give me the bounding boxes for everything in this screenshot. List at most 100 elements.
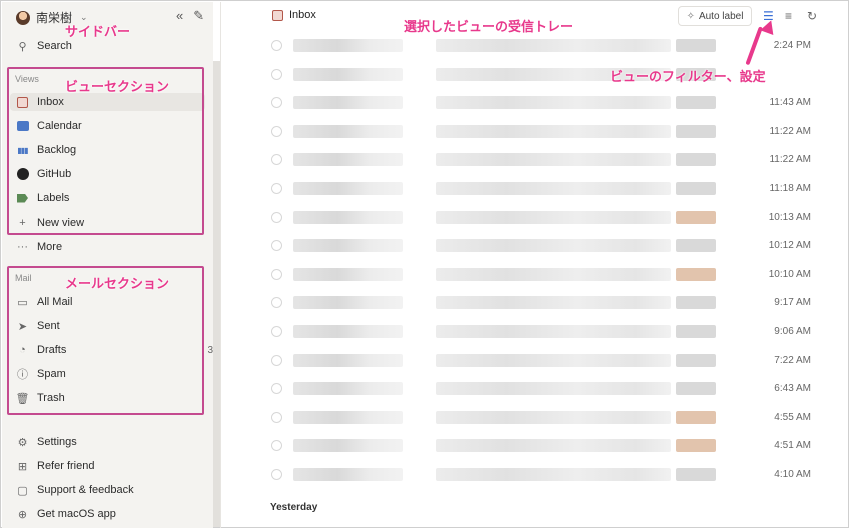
page-title: Inbox (272, 9, 316, 21)
sparkle-icon: ✧ (686, 10, 695, 22)
message-time: 4:55 AM (774, 411, 811, 423)
list-item[interactable]: 11:22 AM (271, 151, 821, 169)
label-redacted (676, 153, 716, 167)
select-circle-icon[interactable] (271, 411, 282, 423)
download-icon: ⊕ (17, 508, 28, 521)
search-icon: ⚲ (18, 40, 27, 53)
select-circle-icon[interactable] (271, 268, 282, 280)
search-label: Search (37, 40, 72, 52)
list-item[interactable]: 10:12 AM (271, 237, 821, 255)
select-circle-icon[interactable] (271, 125, 282, 137)
sidebar-item-label: More (37, 241, 63, 253)
select-circle-icon[interactable] (271, 383, 282, 395)
message-time: 9:17 AM (774, 297, 811, 309)
select-circle-icon[interactable] (271, 297, 282, 309)
sidebar-item-label: Settings (37, 436, 77, 448)
list-item[interactable]: 2:24 PM (271, 37, 821, 55)
sender-redacted (293, 410, 403, 424)
select-circle-icon[interactable] (271, 354, 282, 366)
label-redacted (676, 325, 716, 338)
sidebar-item-label: Refer friend (37, 460, 95, 472)
message-time: 11:43 AM (769, 97, 811, 109)
list-item[interactable]: 4:51 AM (271, 437, 821, 455)
label-redacted (676, 353, 716, 367)
label-redacted (676, 239, 716, 253)
select-circle-icon[interactable] (271, 183, 282, 194)
select-circle-icon[interactable] (271, 469, 282, 480)
message-time: 10:10 AM (768, 268, 811, 280)
sidebar-item-more[interactable]: ··· More (16, 238, 62, 256)
sender-redacted (293, 124, 403, 138)
sidebar-item-get-macos-app[interactable]: ⊕ Get macOS app (16, 505, 116, 523)
list-item[interactable]: 7:22 AM (271, 352, 821, 370)
select-circle-icon[interactable] (271, 40, 282, 51)
annotation-mail-section: メールセクション (65, 277, 170, 292)
search-button[interactable]: ⚲ Search (16, 37, 72, 55)
sidebar-item-support[interactable]: ▢ Support & feedback (16, 481, 133, 499)
label-redacted (676, 96, 716, 110)
label-redacted (676, 210, 716, 224)
subject-redacted (436, 153, 671, 167)
label-redacted (676, 439, 716, 453)
app-window: 南栄樹 ⌄ « ✎ ⚲ Search Views Inbox Calendar … (0, 0, 849, 528)
message-time: 9:06 AM (774, 326, 811, 337)
compose-icon[interactable]: ✎ (193, 8, 204, 24)
sidebar-item-label: Get macOS app (37, 508, 116, 520)
gear-icon: ⚙ (17, 436, 28, 449)
select-circle-icon[interactable] (271, 154, 282, 166)
subject-redacted (436, 325, 671, 338)
list-item[interactable]: 10:13 AM (271, 209, 821, 227)
sidebar-item-refer-friend[interactable]: ⊞ Refer friend (16, 457, 95, 475)
subject-redacted (436, 239, 671, 253)
gift-icon: ⊞ (17, 460, 28, 473)
list-item[interactable]: 11:43 AM (271, 94, 821, 112)
select-circle-icon[interactable] (271, 240, 282, 252)
select-circle-icon[interactable] (271, 211, 282, 223)
label-redacted (676, 382, 716, 396)
list-item[interactable]: 4:55 AM (271, 409, 821, 427)
chat-icon: ▢ (17, 484, 28, 497)
collapse-sidebar-icon[interactable]: « (176, 8, 183, 24)
select-circle-icon[interactable] (271, 440, 282, 452)
label-redacted (676, 296, 716, 310)
label-redacted (676, 468, 716, 481)
inbox-icon (272, 9, 283, 21)
view-settings-icon[interactable]: ≡ (785, 9, 792, 23)
divider (220, 2, 221, 528)
list-item[interactable]: 4:10 AM (271, 466, 821, 484)
list-item[interactable]: 11:18 AM (271, 180, 821, 198)
list-item[interactable]: 11:22 AM (271, 123, 821, 141)
page-title-text: Inbox (289, 9, 316, 21)
label-redacted (676, 410, 716, 424)
sidebar-scrollbar[interactable] (213, 61, 220, 527)
subject-redacted (436, 182, 671, 195)
label-redacted (676, 124, 716, 138)
sender-redacted (293, 39, 403, 52)
list-item[interactable]: 10:10 AM (271, 266, 821, 284)
subject-redacted (436, 468, 671, 481)
sender-redacted (293, 267, 403, 281)
message-time: 6:43 AM (774, 383, 811, 395)
label-redacted (676, 39, 716, 52)
sender-redacted (293, 325, 403, 338)
sender-redacted (293, 468, 403, 481)
list-item[interactable]: 9:17 AM (271, 294, 821, 312)
message-time: 7:22 AM (774, 354, 811, 366)
sender-redacted (293, 96, 403, 110)
subject-redacted (436, 353, 671, 367)
subject-redacted (436, 439, 671, 453)
list-item[interactable]: 6:43 AM (271, 380, 821, 398)
sender-redacted (293, 296, 403, 310)
subject-redacted (436, 296, 671, 310)
select-circle-icon[interactable] (271, 68, 282, 80)
auto-label-button[interactable]: ✧ Auto label (678, 6, 752, 26)
label-redacted (676, 267, 716, 281)
list-item[interactable]: 9:06 AM (271, 323, 821, 341)
sender-redacted (293, 353, 403, 367)
annotation-view-filter: ビューのフィルター、設定 (610, 70, 766, 85)
sidebar-item-settings[interactable]: ⚙ Settings (16, 433, 77, 451)
select-circle-icon[interactable] (271, 326, 282, 337)
refresh-icon[interactable]: ↻ (807, 9, 817, 23)
select-circle-icon[interactable] (271, 97, 282, 109)
auto-label-text: Auto label (698, 10, 744, 22)
